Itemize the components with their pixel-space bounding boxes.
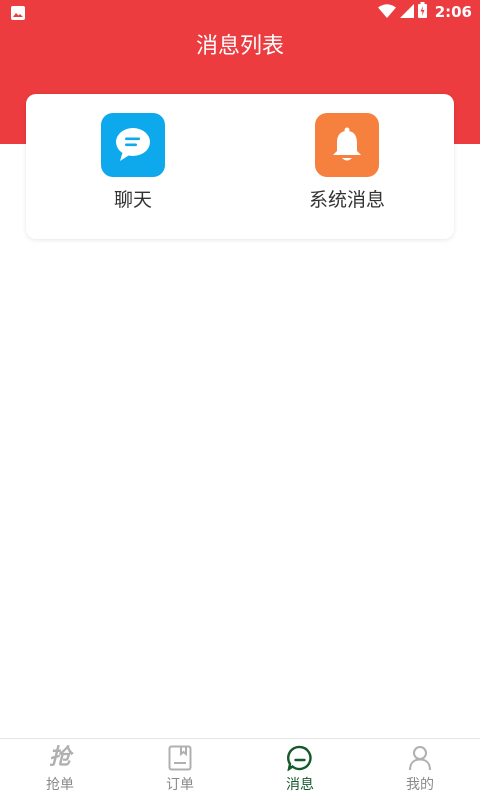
message-icon [287, 745, 313, 771]
nav-item-grab-order[interactable]: 抢 抢单 [0, 739, 120, 801]
nav-item-messages[interactable]: 消息 [240, 739, 360, 801]
chat-label: 聊天 [113, 189, 152, 211]
system-message-entry[interactable]: 系统消息 [287, 113, 407, 223]
bell-icon [315, 113, 379, 177]
nav-label-messages: 消息 [286, 777, 314, 793]
order-icon [167, 745, 193, 771]
nav-item-orders[interactable]: 订单 [120, 739, 240, 801]
image-notification-icon [11, 5, 25, 24]
bottom-navigation: 抢 抢单 订单 消息 我的 [0, 738, 480, 801]
message-category-card: 聊天 系统消息 [26, 94, 454, 239]
grab-order-icon: 抢 [48, 745, 71, 770]
chat-entry[interactable]: 聊天 [73, 113, 193, 223]
profile-icon [407, 745, 433, 771]
system-message-label: 系统消息 [308, 189, 385, 211]
battery-charging-icon [417, 2, 427, 22]
nav-label-profile: 我的 [406, 777, 434, 793]
cell-signal-icon [399, 3, 414, 22]
status-icons: 2:06 [377, 2, 472, 22]
chat-bubble-icon [101, 113, 165, 177]
status-bar: 2:06 [0, 0, 480, 24]
wifi-icon [377, 3, 396, 22]
status-time: 2:06 [434, 3, 472, 21]
nav-label-grab-order: 抢单 [46, 777, 74, 793]
page-title: 消息列表 [195, 34, 284, 59]
nav-item-profile[interactable]: 我的 [360, 739, 480, 801]
nav-label-orders: 订单 [166, 777, 194, 793]
